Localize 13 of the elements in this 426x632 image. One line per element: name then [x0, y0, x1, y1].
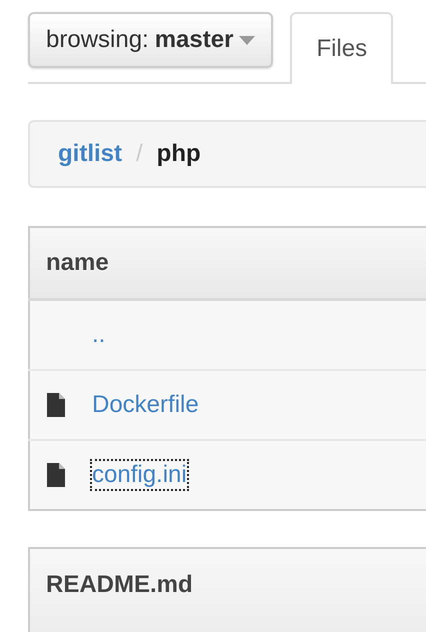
file-link[interactable]: config.ini — [92, 461, 187, 489]
branch-selector[interactable]: browsing: master — [28, 12, 274, 68]
file-icon — [46, 462, 66, 488]
parent-folder-link[interactable]: .. — [92, 321, 106, 349]
files-tab[interactable]: Files — [290, 12, 394, 84]
breadcrumb-link[interactable]: gitlist — [58, 140, 122, 168]
readme-header: README.md — [28, 547, 426, 632]
breadcrumb-separator: / — [136, 140, 143, 168]
file-icon — [46, 392, 66, 418]
file-link[interactable]: Dockerfile — [92, 391, 199, 419]
current-folder: php — [156, 140, 201, 168]
caret-icon — [239, 36, 256, 44]
column-header: name — [29, 227, 426, 300]
